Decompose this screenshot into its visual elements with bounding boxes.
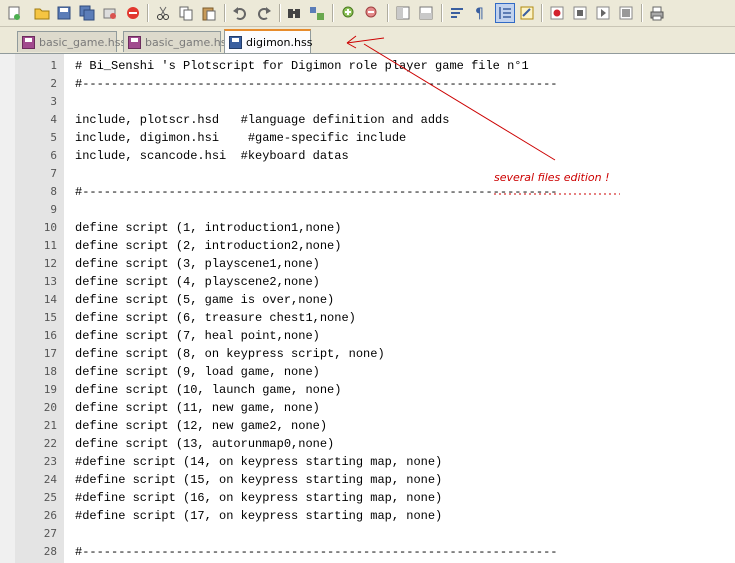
bookmark-margin[interactable] xyxy=(0,54,16,563)
line-number: 28 xyxy=(43,545,57,558)
tab-bar: basic_game.hss basic_game.hsi digimon.hs… xyxy=(0,27,735,54)
line-number: 14 xyxy=(43,293,57,306)
code-editor[interactable]: 1 # Bi_Senshi 's Plotscript for Digimon r… xyxy=(0,54,735,563)
code-line[interactable]: define script (13, autorunmap0,none) xyxy=(75,435,334,453)
code-line[interactable]: #---------------------------------------… xyxy=(75,183,557,201)
code-line[interactable]: #---------------------------------------… xyxy=(75,75,557,93)
code-line[interactable]: #---------------------------------------… xyxy=(75,543,557,561)
code-line[interactable]: define script (9, load game, none) xyxy=(75,363,320,381)
show-all-characters-icon[interactable]: ¶ xyxy=(470,3,490,23)
line-number: 7 xyxy=(50,167,57,180)
zoom-in-icon[interactable] xyxy=(339,3,359,23)
code-line[interactable]: #define script (17, on keypress starting… xyxy=(75,507,442,525)
paste-icon[interactable] xyxy=(199,3,219,23)
code-line[interactable]: include, plotscr.hsd #language definitio… xyxy=(75,111,449,129)
tab-basic-game-hss[interactable]: basic_game.hss xyxy=(17,31,126,52)
line-number: 22 xyxy=(43,437,57,450)
tab-label: digimon.hss xyxy=(246,35,313,49)
user-defined-dialog-icon[interactable] xyxy=(517,3,537,23)
file-icon xyxy=(128,35,141,49)
line-number: 5 xyxy=(50,131,57,144)
line-number: 19 xyxy=(43,383,57,396)
code-line[interactable]: define script (5, game is over,none) xyxy=(75,291,334,309)
replace-icon[interactable] xyxy=(307,3,327,23)
close-file-icon[interactable] xyxy=(100,3,120,23)
save-all-icon[interactable] xyxy=(77,3,97,23)
record-macro-icon[interactable] xyxy=(547,3,567,23)
annotation-label: several files edition ! xyxy=(494,171,610,184)
file-icon xyxy=(229,35,242,49)
code-line[interactable]: define script (6, treasure chest1,none) xyxy=(75,309,356,327)
line-number: 11 xyxy=(43,239,57,252)
tab-label: basic_game.hss xyxy=(39,35,127,49)
line-number: 24 xyxy=(43,473,57,486)
line-number: 8 xyxy=(50,185,57,198)
code-line[interactable]: define script (2, introduction2,none) xyxy=(75,237,341,255)
word-wrap-icon[interactable] xyxy=(447,3,467,23)
code-line[interactable]: include, digimon.hsi #game-specific incl… xyxy=(75,129,406,147)
find-icon[interactable] xyxy=(284,3,304,23)
play-macro-icon[interactable] xyxy=(593,3,613,23)
line-number: 1 xyxy=(50,59,57,72)
copy-icon[interactable] xyxy=(176,3,196,23)
code-line[interactable]: #define script (15, on keypress starting… xyxy=(75,471,442,489)
line-number: 12 xyxy=(43,257,57,270)
cut-icon[interactable] xyxy=(153,3,173,23)
open-file-icon[interactable] xyxy=(32,3,52,23)
code-line[interactable]: #define script (16, on keypress starting… xyxy=(75,489,442,507)
undo-icon[interactable] xyxy=(230,3,250,23)
line-number: 15 xyxy=(43,311,57,324)
toolbar: ¶ xyxy=(0,0,735,27)
code-line[interactable]: define script (1, introduction1,none) xyxy=(75,219,341,237)
print-icon[interactable] xyxy=(647,3,667,23)
new-file-icon[interactable] xyxy=(4,3,24,23)
line-number: 16 xyxy=(43,329,57,342)
svg-text:¶: ¶ xyxy=(475,6,484,21)
sync-horizontal-icon[interactable] xyxy=(416,3,436,23)
code-line[interactable]: define script (12, new game2, none) xyxy=(75,417,327,435)
line-number: 6 xyxy=(50,149,57,162)
line-number: 26 xyxy=(43,509,57,522)
line-number: 4 xyxy=(50,113,57,126)
line-number: 17 xyxy=(43,347,57,360)
redo-icon[interactable] xyxy=(254,3,274,23)
line-number: 27 xyxy=(43,527,57,540)
indent-guide-icon[interactable] xyxy=(495,3,515,23)
code-line[interactable]: define script (8, on keypress script, no… xyxy=(75,345,385,363)
code-line[interactable]: define script (3, playscene1,none) xyxy=(75,255,320,273)
code-line[interactable]: define script (7, heal point,none) xyxy=(75,327,320,345)
sync-vertical-icon[interactable] xyxy=(393,3,413,23)
line-number: 20 xyxy=(43,401,57,414)
line-number: 2 xyxy=(50,77,57,90)
tab-digimon-hss[interactable]: digimon.hss xyxy=(224,29,313,53)
code-line[interactable]: define script (10, launch game, none) xyxy=(75,381,341,399)
close-all-icon[interactable] xyxy=(123,3,143,23)
code-line[interactable]: define script (11, new game, none) xyxy=(75,399,320,417)
line-number: 9 xyxy=(50,203,57,216)
line-number: 18 xyxy=(43,365,57,378)
line-number: 21 xyxy=(43,419,57,432)
save-macro-icon[interactable] xyxy=(616,3,636,23)
code-line[interactable]: define script (4, playscene2,none) xyxy=(75,273,320,291)
line-number: 23 xyxy=(43,455,57,468)
tab-label: basic_game.hsi xyxy=(145,35,230,49)
code-line[interactable]: # Bi_Senshi 's Plotscript for Digimon ro… xyxy=(75,57,529,75)
save-icon[interactable] xyxy=(54,3,74,23)
line-number: 25 xyxy=(43,491,57,504)
zoom-out-icon[interactable] xyxy=(362,3,382,23)
line-number: 10 xyxy=(43,221,57,234)
stop-macro-icon[interactable] xyxy=(570,3,590,23)
code-line[interactable]: include, scancode.hsi #keyboard datas xyxy=(75,147,349,165)
file-icon xyxy=(22,35,35,49)
tab-basic-game-hsi[interactable]: basic_game.hsi xyxy=(123,31,230,52)
line-number: 3 xyxy=(50,95,57,108)
line-number: 13 xyxy=(43,275,57,288)
code-line[interactable]: #define script (14, on keypress starting… xyxy=(75,453,442,471)
